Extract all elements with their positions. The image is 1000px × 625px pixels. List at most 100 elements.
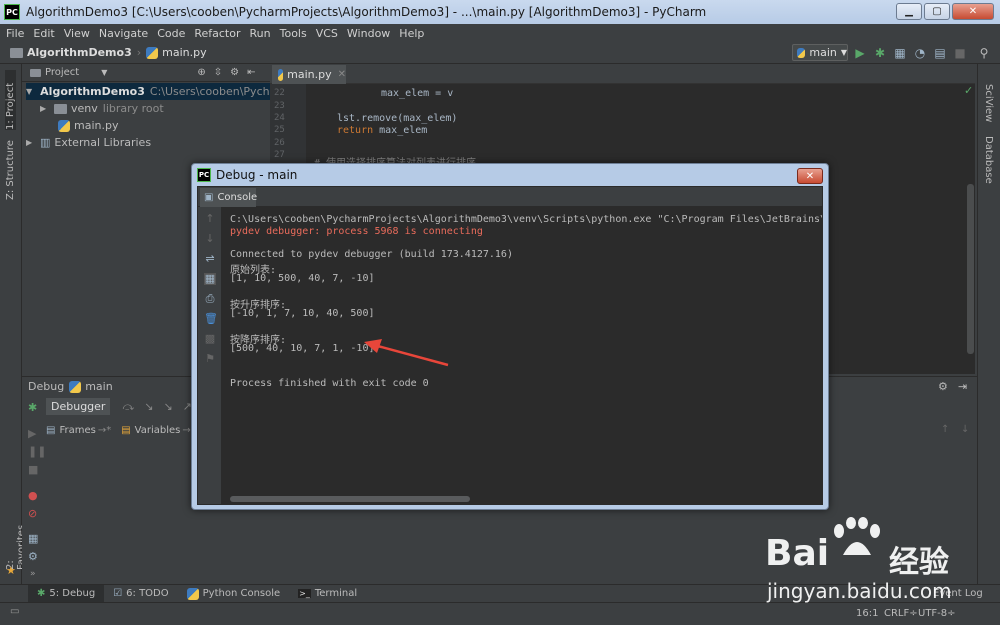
maximize-button[interactable]: ▢ [924,3,950,20]
pin-icon[interactable]: →* [98,425,111,436]
window-title: AlgorithmDemo3 [C:\Users\cooben\PycharmP… [26,5,707,19]
gear-icon[interactable]: ⚙ [938,380,948,393]
close-window-button[interactable]: ✕ [952,3,994,20]
structure-tool-tab[interactable]: Z: Structure [5,138,16,200]
menu-navigate[interactable]: Navigate [99,27,148,40]
navigation-bar: AlgorithmDemo3 › main.py main ▼ ▶ ✱ ▦ ◔ … [0,42,1000,64]
code-text: max_elem [373,125,428,136]
debug-panel-title: Debug [28,380,65,393]
tab-frames[interactable]: Frames [59,425,95,436]
code-line: lst.remove(max_elem) [337,113,458,124]
console-output[interactable]: C:\Users\cooben\PycharmProjects\Algorith… [222,207,822,504]
console-line: [-10, 1, 7, 10, 40, 500] [230,308,375,319]
run-config-select[interactable]: main ▼ [792,44,848,61]
tab-python-console[interactable]: Python Console [178,585,290,603]
close-tab-icon[interactable]: ✕ [338,69,346,80]
tree-item-project-root[interactable]: ▼ AlgorithmDemo3 C:\Users\cooben\Pycharm… [26,83,298,100]
file-encoding[interactable]: UTF-8÷ [918,608,956,619]
menu-view[interactable]: View [64,27,90,40]
settings-icon[interactable]: ⚙ [28,550,38,563]
frames-icon: ▤ [46,424,56,436]
target-icon[interactable]: ⊕ [197,67,205,78]
line-number: 23 [274,101,285,111]
tree-item-main-py[interactable]: main.py [58,117,118,134]
tab-todo-label: 6: TODO [126,588,169,599]
arrow-down-icon[interactable]: ↓ [204,233,216,245]
debug-config-label: main [85,380,113,393]
profile-icon[interactable]: ◔ [913,46,927,60]
debug-bug-icon[interactable]: ✱ [28,401,37,414]
tab-terminal[interactable]: >_ Terminal [289,585,366,603]
stop-icon[interactable]: ■ [953,46,967,60]
variables-icon: ▤ [121,424,131,436]
tab-console[interactable]: ▣ Console [200,188,257,207]
stop-icon[interactable]: ■ [28,463,38,476]
step-over-icon[interactable]: ⤼ [122,400,134,414]
chevron-down-icon[interactable]: ▼ [101,68,107,77]
resume-icon[interactable]: ▶ [28,427,36,440]
sciview-tool-tab[interactable]: SciView [983,84,994,124]
debug-bug-icon[interactable]: ✱ [873,46,887,60]
project-view-select[interactable]: Project [45,67,79,78]
close-dialog-button[interactable]: ✕ [797,168,823,184]
arrow-down-icon[interactable]: ↓ [961,424,969,435]
status-toggle-icon[interactable]: ▭ [10,606,19,617]
arrow-up-icon[interactable]: ↑ [941,424,949,435]
gear-icon[interactable]: ⚙ [230,67,239,78]
menu-help[interactable]: Help [399,27,424,40]
menu-vcs[interactable]: VCS [316,27,338,40]
editor-tab-bar: main.py ✕ [270,64,975,84]
search-icon[interactable]: ⚲ [977,46,991,60]
baidu-paw-logo-icon [834,517,880,555]
arrow-up-icon[interactable]: ↑ [204,213,216,225]
menu-refactor[interactable]: Refactor [194,27,240,40]
coverage-icon[interactable]: ▦ [893,46,907,60]
menu-run[interactable]: Run [250,27,271,40]
menu-window[interactable]: Window [347,27,390,40]
menu-tools[interactable]: Tools [280,27,307,40]
line-separator[interactable]: CRLF÷ [884,608,918,619]
tab-variables[interactable]: Variables [135,425,181,436]
tab-debugger[interactable]: Debugger [46,398,111,415]
watermark-brand-cn: 经验 [889,545,949,580]
star-icon: ★ [6,564,16,577]
tree-item-external-libraries[interactable]: ▶ ▥ External Libraries [26,134,151,151]
layout-icon[interactable]: ▦ [28,532,38,545]
editor-tab-main-py[interactable]: main.py ✕ [272,65,346,84]
trash-icon[interactable]: 🗑 [204,313,218,325]
collapse-icon[interactable]: ⇳ [214,67,222,78]
editor-scrollbar[interactable] [967,184,974,354]
soft-wrap-icon[interactable]: ⇌ [204,253,216,265]
build-icon[interactable]: ▤ [933,46,947,60]
scroll-to-end-icon[interactable]: ▦ [204,273,216,285]
menu-file[interactable]: File [6,27,24,40]
menu-edit[interactable]: Edit [33,27,54,40]
menu-code[interactable]: Code [157,27,185,40]
tab-terminal-label: Terminal [314,588,358,599]
database-tool-tab[interactable]: Database [983,136,994,186]
menu-bar: File Edit View Navigate Code Refactor Ru… [0,24,1000,42]
pin-icon[interactable]: ⚑ [204,353,216,365]
step-into-my-code-icon[interactable]: ↘ [163,400,172,413]
breakpoints-icon[interactable]: ● [28,489,38,502]
print-icon[interactable]: ⎙ [204,293,216,305]
tree-item-venv[interactable]: ▶ venv library root [40,100,164,117]
minimize-button[interactable]: ▁ [896,3,922,20]
mute-breakpoints-icon[interactable]: ⊘ [28,507,37,520]
tab-todo[interactable]: ☑ 6: TODO [104,585,177,603]
tab-debug[interactable]: ✱ 5: Debug [28,584,105,603]
run-icon[interactable]: ▶ [853,46,867,60]
caret-position[interactable]: 16:1 [856,608,878,619]
breadcrumb-file[interactable]: main.py [162,46,206,59]
settings-icon[interactable]: ▩ [204,333,216,345]
project-tool-tab[interactable]: 1: Project [5,70,16,130]
pause-icon[interactable]: ❚❚ [28,445,46,458]
step-into-icon[interactable]: ↘ [144,400,153,413]
hide-icon[interactable]: ⇤ [247,67,255,78]
hide-icon[interactable]: ⇥ [958,380,967,393]
console-horizontal-scrollbar[interactable] [230,496,470,502]
code-line: max_elem = v [381,88,454,99]
expanded-arrow-icon: ▼ [26,87,33,96]
breadcrumb-project[interactable]: AlgorithmDemo3 [27,46,132,59]
more-icon[interactable]: » [30,569,36,579]
